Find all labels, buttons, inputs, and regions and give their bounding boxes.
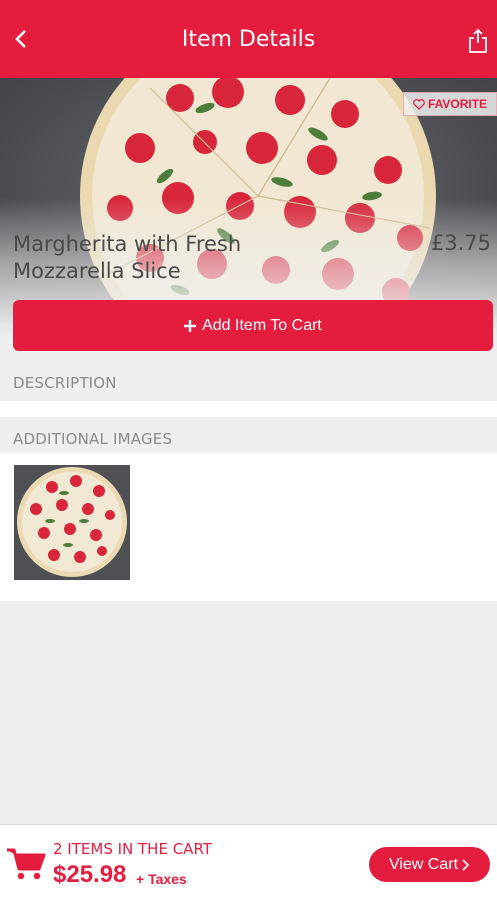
view-cart-label: View Cart (388, 855, 459, 873)
app-bar: Item Details (0, 0, 497, 78)
add-to-cart-label: Add Item To Cart (202, 316, 322, 334)
cart-item-count: 2 ITEMS IN THE CART (53, 840, 212, 858)
description-body (0, 401, 497, 417)
page-title: Item Details (181, 26, 316, 52)
cart-summary-bar: 2 ITEMS IN THE CART $25.98 + Taxes View … (0, 824, 497, 900)
item-name-line-2: Mozzarella Slice (13, 259, 181, 283)
plus-icon (184, 319, 197, 332)
additional-images-header: ADDITIONAL IMAGES (13, 430, 173, 448)
cart-total: $25.98 (53, 861, 127, 888)
heart-icon (413, 98, 425, 110)
favorite-button[interactable]: FAVORITE (403, 92, 497, 116)
chevron-right-icon (462, 858, 470, 871)
view-cart-button[interactable]: View Cart (369, 847, 490, 882)
additional-image-thumbnail[interactable] (14, 465, 130, 580)
description-header: DESCRIPTION (13, 374, 117, 392)
pizza-thumbnail-image (14, 465, 130, 580)
add-to-cart-button[interactable]: Add Item To Cart (13, 300, 493, 351)
cart-taxes-label: + Taxes (136, 871, 187, 887)
share-button[interactable] (463, 26, 493, 56)
back-button[interactable] (6, 24, 36, 54)
favorite-label: FAVORITE (427, 97, 488, 111)
item-price: £3.75 (430, 231, 491, 255)
chevron-left-icon (15, 30, 26, 48)
item-name: Margherita with Fresh Mozzarella Slice (13, 231, 313, 285)
shopping-cart-icon (7, 848, 46, 880)
share-icon (469, 28, 487, 53)
item-name-line-1: Margherita with Fresh (13, 232, 242, 256)
